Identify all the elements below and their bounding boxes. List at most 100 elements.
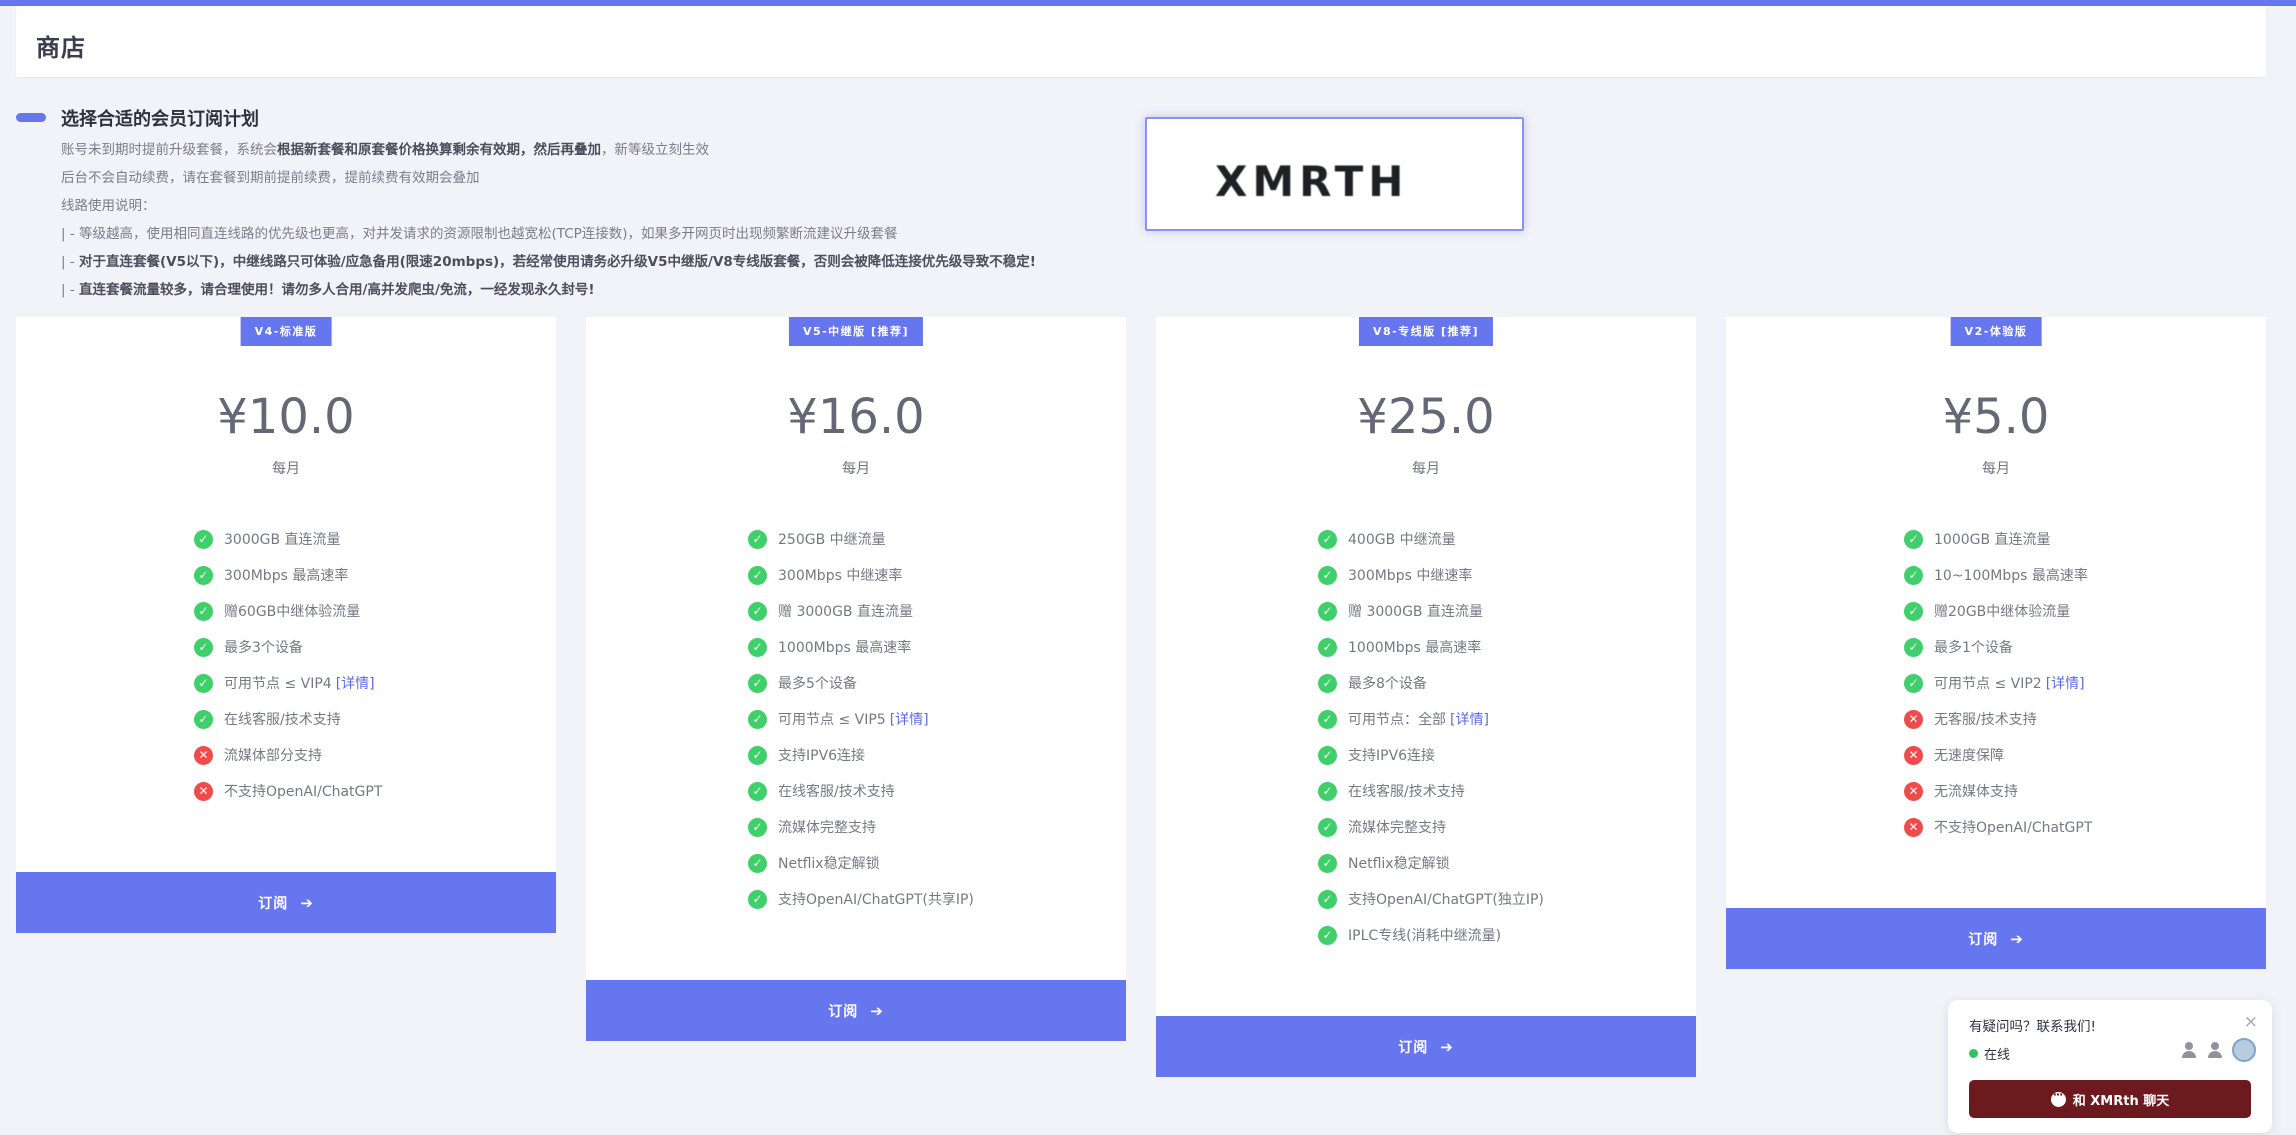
x-circle-icon: ✕ [194,781,213,801]
chat-status-label: 在线 [1984,1048,2011,1063]
check-circle-icon: ✓ [1318,745,1337,765]
check-circle-icon: ✓ [194,709,213,729]
feature-item: ✓ 250GB 中继流量 [748,521,1126,557]
feature-item: ✓ 赠20GB中继体验流量 [1904,593,2266,629]
feature-item: ✓ 可用节点：全部 [详情] [1318,701,1696,737]
feature-text: 可用节点：全部 [1348,712,1446,728]
feature-text: 最多1个设备 [1934,640,2013,656]
feature-item: ✓ 300Mbps 中继速率 [1318,557,1696,593]
check-circle-icon: ✓ [1318,637,1337,657]
feature-item: ✕ 无流媒体支持 [1904,773,2266,809]
check-circle-icon: ✓ [194,529,213,549]
check-circle-icon: ✓ [194,565,213,585]
check-circle-icon: ✓ [1318,889,1337,909]
subscribe-label: 订阅 [1398,1039,1429,1056]
plan-price: ¥25.0 [1357,389,1495,445]
user-icon [2206,1041,2224,1059]
subscribe-label: 订阅 [258,895,289,912]
plan-badge: V2-体验版 [1950,317,2042,346]
chat-question: 有疑问吗？联系我们! [1969,1019,2096,1035]
online-dot-icon [1969,1049,1978,1058]
plan-price: ¥5.0 [1942,389,2050,445]
check-circle-icon: ✓ [1904,601,1923,621]
subscribe-button[interactable]: 订阅 ➔ [1726,908,2266,969]
feature-text: 在线客服/技术支持 [778,784,895,800]
arrow-right-icon: ➔ [1440,1037,1454,1056]
feature-text: 1000Mbps 最高速率 [1348,640,1482,656]
details-link[interactable]: [详情] [2046,673,2085,693]
intro-note: 后台不会自动续费，请在套餐到期前提前续费，提前续费有效期会叠加 [61,170,480,186]
feature-text: 1000GB 直连流量 [1934,532,2051,548]
feature-item: ✕ 流媒体部分支持 [194,737,556,773]
check-circle-icon: ✓ [748,673,767,693]
check-circle-icon: ✓ [1318,673,1337,693]
feature-text: 1000Mbps 最高速率 [778,640,912,656]
check-circle-icon: ✓ [1904,637,1923,657]
feature-text: 支持IPV6连接 [778,748,866,764]
check-circle-icon: ✓ [748,637,767,657]
feature-text: 赠 3000GB 直连流量 [1348,604,1483,620]
details-link[interactable]: [详情] [336,673,375,693]
check-circle-icon: ✓ [1904,673,1923,693]
subscribe-label: 订阅 [1968,931,1999,948]
intro-note: | - 等级越高，使用相同直连线路的优先级也更高，对并发请求的资源限制也越宽松(… [61,226,898,242]
feature-text: 最多3个设备 [224,640,303,656]
feature-text: 流媒体完整支持 [778,820,876,836]
start-chat-label: 和 XMRth 聊天 [2072,1093,2170,1109]
feature-text: 10~100Mbps 最高速率 [1934,568,2088,584]
check-circle-icon: ✓ [1318,781,1337,801]
x-circle-icon: ✕ [1904,781,1923,801]
feature-item: ✓ 赠 3000GB 直连流量 [748,593,1126,629]
subscribe-button[interactable]: 订阅 ➔ [1156,1016,1696,1077]
check-circle-icon: ✓ [748,817,767,837]
subscribe-button[interactable]: 订阅 ➔ [16,872,556,933]
feature-text: 流媒体部分支持 [224,748,322,764]
feature-item: ✓ 在线客服/技术支持 [748,773,1126,809]
feature-item: ✓ 最多1个设备 [1904,629,2266,665]
feature-item: ✓ 最多5个设备 [748,665,1126,701]
feature-text: 最多8个设备 [1348,676,1427,692]
start-chat-button[interactable]: 和 XMRth 聊天 [1969,1080,2251,1118]
subscribe-button[interactable]: 订阅 ➔ [586,980,1126,1041]
page-title: 商店 [36,34,86,62]
heading-accent-bar [16,113,46,122]
intro-notes: 账号未到期时提前升级套餐，系统会根据新套餐和原套餐价格换算剩余有效期，然后再叠加… [61,136,1161,304]
feature-item: ✓ 300Mbps 最高速率 [194,557,556,593]
feature-text: 赠 3000GB 直连流量 [778,604,913,620]
plan-period: 每月 [842,461,870,477]
feature-item: ✕ 无客服/技术支持 [1904,701,2266,737]
plan-period: 每月 [272,461,300,477]
plan-period: 每月 [1412,461,1440,477]
check-circle-icon: ✓ [748,565,767,585]
check-circle-icon: ✓ [748,889,767,909]
feature-item: ✓ 最多3个设备 [194,629,556,665]
check-circle-icon: ✓ [194,601,213,621]
arrow-right-icon: ➔ [2010,929,2024,948]
check-circle-icon: ✓ [748,709,767,729]
check-circle-icon: ✓ [1904,529,1923,549]
check-circle-icon: ✓ [1318,817,1337,837]
feature-item: ✕ 不支持OpenAI/ChatGPT [194,773,556,809]
chat-widget: 有疑问吗？联系我们! × 在线 和 XMRth 聊天 [1948,1000,2272,1133]
plan-badge: V5-中继版 [推荐] [788,317,924,346]
feature-text: 300Mbps 最高速率 [224,568,349,584]
feature-item: ✓ 1000Mbps 最高速率 [748,629,1126,665]
feature-text: 400GB 中继流量 [1348,532,1456,548]
feature-text: 无客服/技术支持 [1934,712,2037,728]
feature-text: 300Mbps 中继速率 [1348,568,1473,584]
check-circle-icon: ✓ [194,637,213,657]
feature-list: ✓ 3000GB 直连流量 ✓ 300Mbps 最高速率 ✓ 赠60GB中继体验流量 ✓ 最多… [16,521,556,809]
details-link[interactable]: [详情] [890,709,929,729]
feature-item: ✓ 1000GB 直连流量 [1904,521,2266,557]
feature-text: 支持OpenAI/ChatGPT(独立IP) [1348,892,1544,908]
feature-text: 最多5个设备 [778,676,857,692]
feature-text: 300Mbps 中继速率 [778,568,903,584]
close-icon[interactable]: × [2244,1012,2258,1032]
check-circle-icon: ✓ [1318,565,1337,585]
details-link[interactable]: [详情] [1450,709,1489,729]
feature-text: 250GB 中继流量 [778,532,886,548]
check-circle-icon: ✓ [1318,529,1337,549]
feature-text: 在线客服/技术支持 [1348,784,1465,800]
plan-card: V5-中继版 [推荐] ¥16.0 每月 ✓ 250GB 中继流量 ✓ 300Mbps 中继… [586,317,1126,1041]
chat-bubble-icon [2050,1088,2066,1107]
